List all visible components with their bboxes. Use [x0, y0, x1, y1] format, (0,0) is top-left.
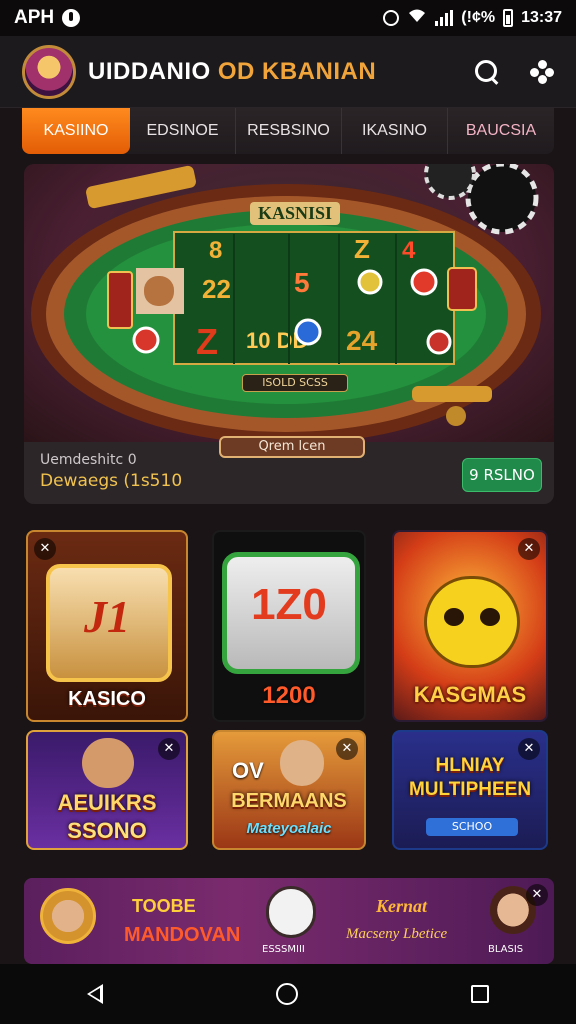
svg-text:22: 22 — [202, 274, 231, 304]
play-button[interactable]: 9 RSLNO — [462, 458, 542, 492]
banner-text-1: TOOBE — [132, 896, 196, 916]
game-tile-aeuikrs[interactable]: AEUIKRS SSONO ✕ — [26, 730, 188, 850]
battery-text: (!¢% — [461, 9, 496, 26]
roulette-table-image: 8 22 5 Z 4 Z 10 DD 24 KASNISI ISOLD SCSS… — [24, 164, 554, 458]
slot-reel-text: J1 — [84, 591, 130, 642]
svg-text:8: 8 — [209, 237, 222, 264]
mascot-eye-right — [480, 608, 500, 626]
banner-mascot — [266, 886, 316, 938]
close-icon[interactable]: ✕ — [526, 884, 548, 906]
status-bar: APH (!¢% 13:37 — [0, 0, 576, 36]
favorite-icon[interactable]: ✕ — [518, 738, 540, 760]
app-header: UIDDANIO OD KBANIAN — [0, 36, 576, 108]
puzzle-icon[interactable] — [530, 59, 554, 84]
slot-reel-text: 1Z0 — [251, 580, 327, 629]
app-title-part1: UIDDANIO — [88, 57, 211, 85]
banner-text-4: Kernat — [376, 896, 428, 916]
banner-text-5: Macseny Lbetice — [346, 926, 448, 942]
svg-text:Z: Z — [196, 321, 218, 362]
system-nav-bar — [0, 964, 576, 1024]
tab-baucsia[interactable]: BAUCSIA — [448, 108, 554, 154]
svg-text:24: 24 — [346, 325, 378, 356]
favorite-icon[interactable]: ✕ — [518, 538, 540, 560]
category-tabs: KASIINO EDSINOE RESBSINO IKASINO BAUCSIA — [22, 108, 554, 154]
table-sign: KASNISI — [250, 202, 341, 225]
game-title: BERMAANS — [231, 790, 347, 812]
game-tile-kasico[interactable]: J1 KASICO ✕ — [26, 530, 188, 722]
app-title: UIDDANIO OD KBANIAN — [88, 58, 376, 86]
jackpot-badge: 1200 — [262, 682, 316, 709]
game-tile-bermaans[interactable]: OV BERMAANS Mateyoalaic ✕ — [212, 730, 366, 850]
tab-resbsino[interactable]: RESBSINO — [236, 108, 342, 154]
center-plate: ISOLD SCSS — [242, 374, 348, 392]
banner-avatar-left — [40, 888, 96, 944]
sync-icon — [383, 10, 400, 26]
game-tile-multiphen[interactable]: HLNIAY MULTIPHEEN SCHOO ✕ — [392, 730, 548, 850]
banner-text-3: ESSSMIII — [262, 944, 305, 955]
banner-text-6: BLASIS — [488, 944, 524, 955]
tab-kasiino[interactable]: KASIINO — [22, 108, 130, 154]
game-subtitle: SCHOO — [426, 818, 518, 836]
tab-edsinoe[interactable]: EDSINOE — [130, 108, 236, 154]
wifi-icon — [407, 8, 427, 29]
hero-character — [280, 740, 324, 786]
mascot-eye-left — [444, 608, 464, 626]
svg-text:5: 5 — [294, 267, 310, 298]
favorite-icon[interactable]: ✕ — [336, 738, 358, 760]
featured-game-card[interactable]: 8 22 5 Z 4 Z 10 DD 24 KASNISI ISOLD SCSS… — [24, 164, 554, 504]
game-title: KASGMAS — [413, 682, 527, 707]
game-tile-kasgmas[interactable]: KASGMAS ✕ — [392, 530, 548, 722]
app-logo[interactable] — [22, 44, 76, 99]
alert-icon — [62, 9, 81, 27]
favorite-icon[interactable]: ✕ — [158, 738, 180, 760]
bottom-plate: Qrem lcen — [219, 436, 365, 458]
game-subtitle: SSONO — [67, 818, 147, 843]
banner-text-2: MANDOVAN — [124, 924, 241, 946]
clock: 13:37 — [521, 9, 562, 26]
back-icon[interactable] — [86, 984, 103, 1004]
carrier-label: APH — [14, 7, 55, 28]
game-subtitle: Mateyoalaic — [246, 820, 332, 837]
recents-icon[interactable] — [471, 985, 490, 1003]
search-icon[interactable] — [474, 59, 500, 85]
app-title-part2: OD KBANIAN — [217, 57, 377, 85]
signal-icon — [435, 10, 454, 26]
game-title: HLNIAY MULTIPHEEN — [408, 755, 532, 800]
game-tile-1z0[interactable]: 1Z0 1200 — [212, 530, 366, 722]
promo-banner[interactable]: TOOBE MANDOVAN ESSSMIII Kernat Macseny L… — [24, 878, 554, 964]
hero-character — [82, 738, 134, 788]
svg-text:4: 4 — [402, 237, 416, 264]
game-title: KASICO — [68, 688, 146, 710]
favorite-icon[interactable]: ✕ — [34, 538, 56, 560]
battery-icon — [503, 9, 514, 27]
mascot-face — [424, 576, 520, 668]
game-title: AEUIKRS — [57, 790, 157, 815]
svg-text:Z: Z — [354, 234, 370, 264]
home-icon[interactable] — [275, 983, 298, 1005]
tab-ikasino[interactable]: IKASINO — [342, 108, 448, 154]
game-prefix: OV — [232, 758, 264, 783]
